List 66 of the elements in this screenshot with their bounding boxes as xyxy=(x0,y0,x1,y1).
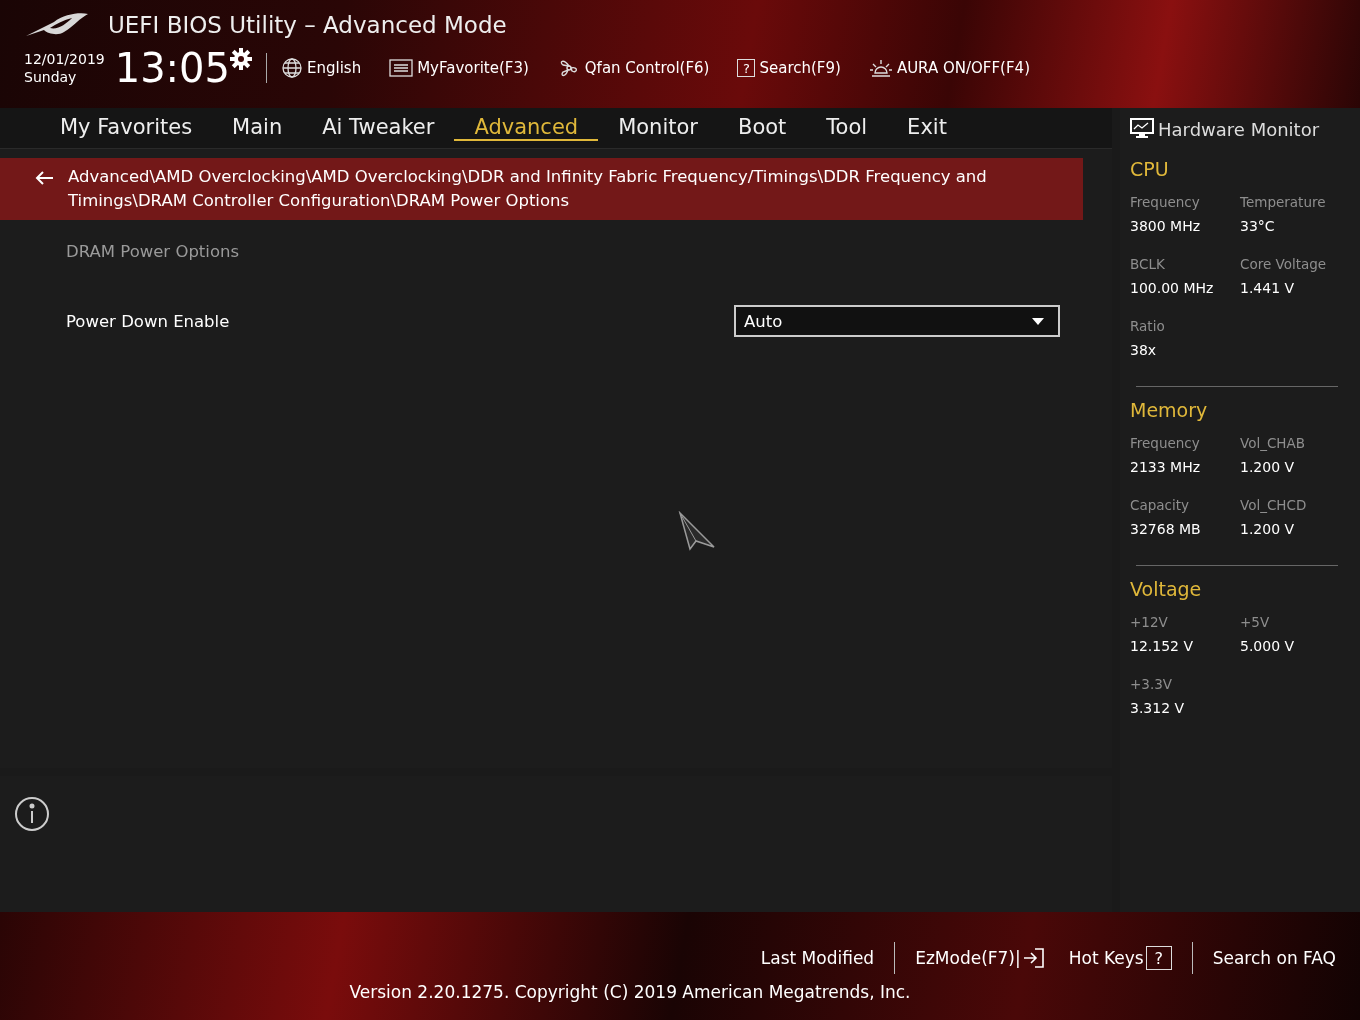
metric-value: 38x xyxy=(1130,342,1158,358)
metric-label: Vol_CHCD xyxy=(1240,497,1308,513)
metric-value: 3800 MHz xyxy=(1130,218,1202,234)
metric-value: 3.312 V xyxy=(1130,700,1186,716)
day-text: Sunday xyxy=(24,68,78,86)
metric-label: +5V xyxy=(1240,614,1271,630)
group-title: Voltage xyxy=(1130,578,1203,600)
metric-label: Frequency xyxy=(1130,194,1201,210)
list-icon xyxy=(389,58,414,78)
footer-button[interactable]: Last Modified xyxy=(748,948,887,968)
window-title: UEFI BIOS Utility – Advanced Mode xyxy=(108,12,507,38)
metric-value: 33°C xyxy=(1240,218,1276,234)
toolbar-button[interactable]: AURA ON/OFF(F4) xyxy=(868,57,1030,79)
metric-label: +3.3V xyxy=(1130,676,1174,692)
metric-label: Core Voltage xyxy=(1240,256,1328,272)
toolbar-button[interactable]: ? Search(F9) xyxy=(737,59,841,77)
metric-value: 12.152 V xyxy=(1130,638,1194,654)
back-arrow-icon[interactable] xyxy=(34,170,54,186)
metric-label: BCLK xyxy=(1130,256,1166,272)
footer-button[interactable]: EzMode(F7)| xyxy=(903,947,1057,969)
breadcrumb-path: Advanced\AMD Overclocking\AMD Overclocking\DDR and Infinity Fabric Frequency/Timings\DDR Frequency and Timings\DRAM Controller Configuration\DRAM Power Options xyxy=(68,166,988,212)
settings-icon[interactable] xyxy=(230,48,252,70)
help-key-icon: ? xyxy=(737,59,756,77)
metric-label: Vol_CHAB xyxy=(1240,435,1307,451)
menu-tab[interactable]: Boot xyxy=(717,115,807,141)
metric-label: Temperature xyxy=(1240,194,1327,210)
setting-label: Power Down Enable xyxy=(66,311,230,331)
metric-label: Frequency xyxy=(1130,435,1201,451)
metric-label: Capacity xyxy=(1130,497,1190,513)
menu-tab[interactable]: Main xyxy=(212,115,303,141)
metric-value: 1.441 V xyxy=(1240,280,1296,296)
menu-tab[interactable]: Monitor xyxy=(598,115,718,141)
light-icon xyxy=(868,57,893,79)
version-text: Version 2.20.1275. Copyright (C) 2019 American Megatrends, Inc. xyxy=(349,982,911,1002)
metric-value: 32768 MB xyxy=(1130,521,1202,537)
metric-value: 5.000 V xyxy=(1240,638,1296,654)
toolbar-button[interactable]: Qfan Control(F6) xyxy=(556,56,710,80)
exit-arrow-icon xyxy=(1022,947,1045,969)
metric-label: +12V xyxy=(1130,614,1169,630)
footer-button[interactable]: Hot Keys ? xyxy=(1056,946,1184,970)
group-title: CPU xyxy=(1130,158,1170,180)
toolbar-button[interactable]: English xyxy=(281,57,362,79)
info-icon xyxy=(14,796,50,832)
dropdown[interactable]: Auto xyxy=(734,305,1060,337)
help-key-icon: ? xyxy=(1145,946,1172,970)
panel-title: Hardware Monitor xyxy=(1158,118,1320,140)
menu-tab[interactable]: Tool xyxy=(806,115,888,141)
section-title: DRAM Power Options xyxy=(66,242,241,261)
menu-tab[interactable]: Advanced xyxy=(454,115,599,141)
metric-value: 1.200 V xyxy=(1240,521,1296,537)
globe-icon xyxy=(281,57,303,79)
date-text: 12/01/2019 xyxy=(24,50,105,68)
metric-value: 100.00 MHz xyxy=(1130,280,1215,296)
metric-value: 1.200 V xyxy=(1240,459,1296,475)
footer-button[interactable]: Search on FAQ xyxy=(1200,948,1348,968)
menu-tab[interactable]: Exit xyxy=(887,115,967,141)
clock-time: 13:05 xyxy=(114,46,230,90)
group-title: Memory xyxy=(1130,399,1209,421)
mouse-pointer-icon xyxy=(678,511,716,551)
metric-label: Ratio xyxy=(1130,318,1166,334)
menu-tab[interactable]: Ai Tweaker xyxy=(302,115,455,141)
caret-icon xyxy=(1032,317,1044,325)
metric-value: 2133 MHz xyxy=(1130,459,1202,475)
monitor-icon xyxy=(1130,118,1154,140)
toolbar-button[interactable]: MyFavorite(F3) xyxy=(389,58,529,78)
menu-tab[interactable]: My Favorites xyxy=(40,115,213,141)
